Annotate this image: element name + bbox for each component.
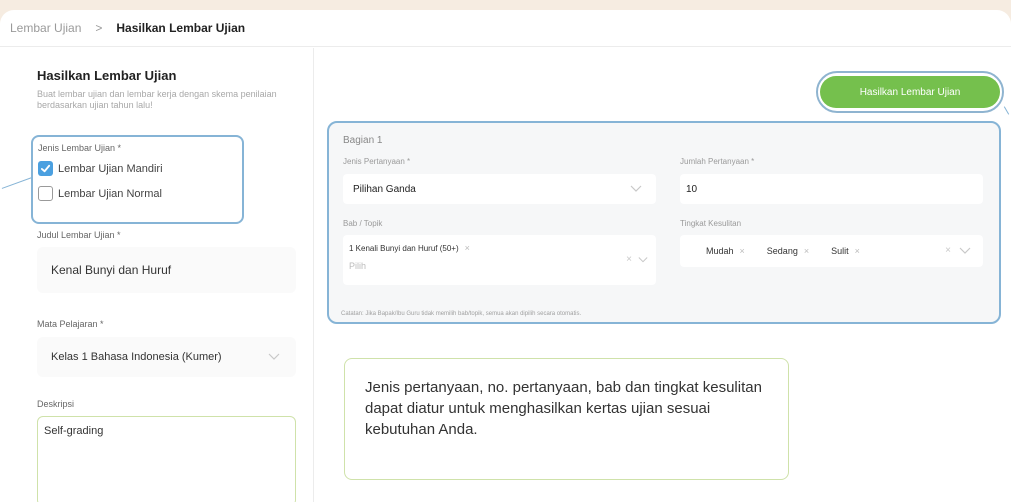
form-title: Hasilkan Lembar Ujian xyxy=(37,68,177,83)
difficulty-select[interactable]: Mudah × Sedang × Sulit × × xyxy=(680,235,983,267)
topic-tag[interactable]: 1 Kenali Bunyi dan Huruf (50+) × xyxy=(349,243,470,253)
generate-exam-button[interactable]: Hasilkan Lembar Ujian xyxy=(820,76,1000,108)
tooltip-text: Jenis pertanyaan, no. pertanyaan, bab da… xyxy=(365,379,762,438)
breadcrumb: Lembar Ujian > Hasilkan Lembar Ujian xyxy=(0,10,1011,47)
app-window: Lembar Ujian > Hasilkan Lembar Ujian Has… xyxy=(0,10,1011,502)
exam-type-option-mandiri[interactable]: Lembar Ujian Mandiri xyxy=(38,161,163,176)
exam-type-option-normal[interactable]: Lembar Ujian Normal xyxy=(38,186,162,201)
exam-title-input[interactable]: Kenal Bunyi dan Huruf xyxy=(37,247,296,293)
exam-type-label: Jenis Lembar Ujian * xyxy=(38,143,122,153)
breadcrumb-parent-link[interactable]: Lembar Ujian xyxy=(10,21,81,35)
remove-tag-icon[interactable]: × xyxy=(465,243,470,253)
subject-label: Mata Pelajaran * xyxy=(37,319,104,329)
question-count-label: Jumlah Pertanyaan * xyxy=(680,157,755,166)
clear-icon[interactable]: × xyxy=(626,254,632,265)
topic-select[interactable]: 1 Kenali Bunyi dan Huruf (50+) × Pilih × xyxy=(343,235,656,285)
difficulty-tag[interactable]: Sulit × xyxy=(831,246,860,256)
breadcrumb-current: Hasilkan Lembar Ujian xyxy=(116,21,246,35)
breadcrumb-separator: > xyxy=(95,21,103,35)
settings-panel: Hasilkan Lembar Ujian Bagian 1 Jenis Per… xyxy=(315,48,1011,502)
chevron-down-icon xyxy=(638,257,648,263)
topic-placeholder: Pilih xyxy=(349,261,367,271)
remove-tag-icon[interactable]: × xyxy=(740,246,745,256)
chevron-down-icon xyxy=(630,185,642,192)
clear-icon[interactable]: × xyxy=(945,245,951,256)
chevron-down-icon xyxy=(959,247,971,254)
section-note: Catatan: Jika Bapak/Ibu Guru tidak memil… xyxy=(341,311,582,317)
difficulty-tag[interactable]: Sedang × xyxy=(767,246,809,256)
exam-title-label: Judul Lembar Ujian * xyxy=(37,230,121,240)
form-panel: Hasilkan Lembar Ujian Buat lembar ujian … xyxy=(0,48,314,502)
topic-label: Bab / Topik xyxy=(343,219,383,228)
question-type-label: Jenis Pertanyaan * xyxy=(343,157,411,166)
exam-type-option-label: Lembar Ujian Normal xyxy=(58,187,162,200)
description-textarea[interactable]: Self-grading xyxy=(37,416,296,502)
difficulty-tag[interactable]: Mudah × xyxy=(706,246,745,256)
subject-select[interactable]: Kelas 1 Bahasa Indonesia (Kumer) xyxy=(37,337,296,377)
checkbox-checked-icon[interactable] xyxy=(38,161,53,176)
checkbox-unchecked-icon[interactable] xyxy=(38,186,53,201)
question-type-select[interactable]: Pilihan Ganda xyxy=(343,174,656,204)
section-title: Bagian 1 xyxy=(343,135,383,146)
difficulty-label: Tingkat Kesulitan xyxy=(680,219,742,228)
form-subtitle: Buat lembar ujian dan lembar kerja denga… xyxy=(37,89,277,110)
question-count-input[interactable]: 10 xyxy=(680,174,983,204)
section-card: Bagian 1 Jenis Pertanyaan * Pilihan Gand… xyxy=(327,121,1001,324)
exam-type-option-label: Lembar Ujian Mandiri xyxy=(58,162,163,175)
info-tooltip: Jenis pertanyaan, no. pertanyaan, bab da… xyxy=(344,358,789,480)
chevron-down-icon xyxy=(268,353,280,360)
remove-tag-icon[interactable]: × xyxy=(855,246,860,256)
remove-tag-icon[interactable]: × xyxy=(804,246,809,256)
description-label: Deskripsi xyxy=(37,399,75,409)
